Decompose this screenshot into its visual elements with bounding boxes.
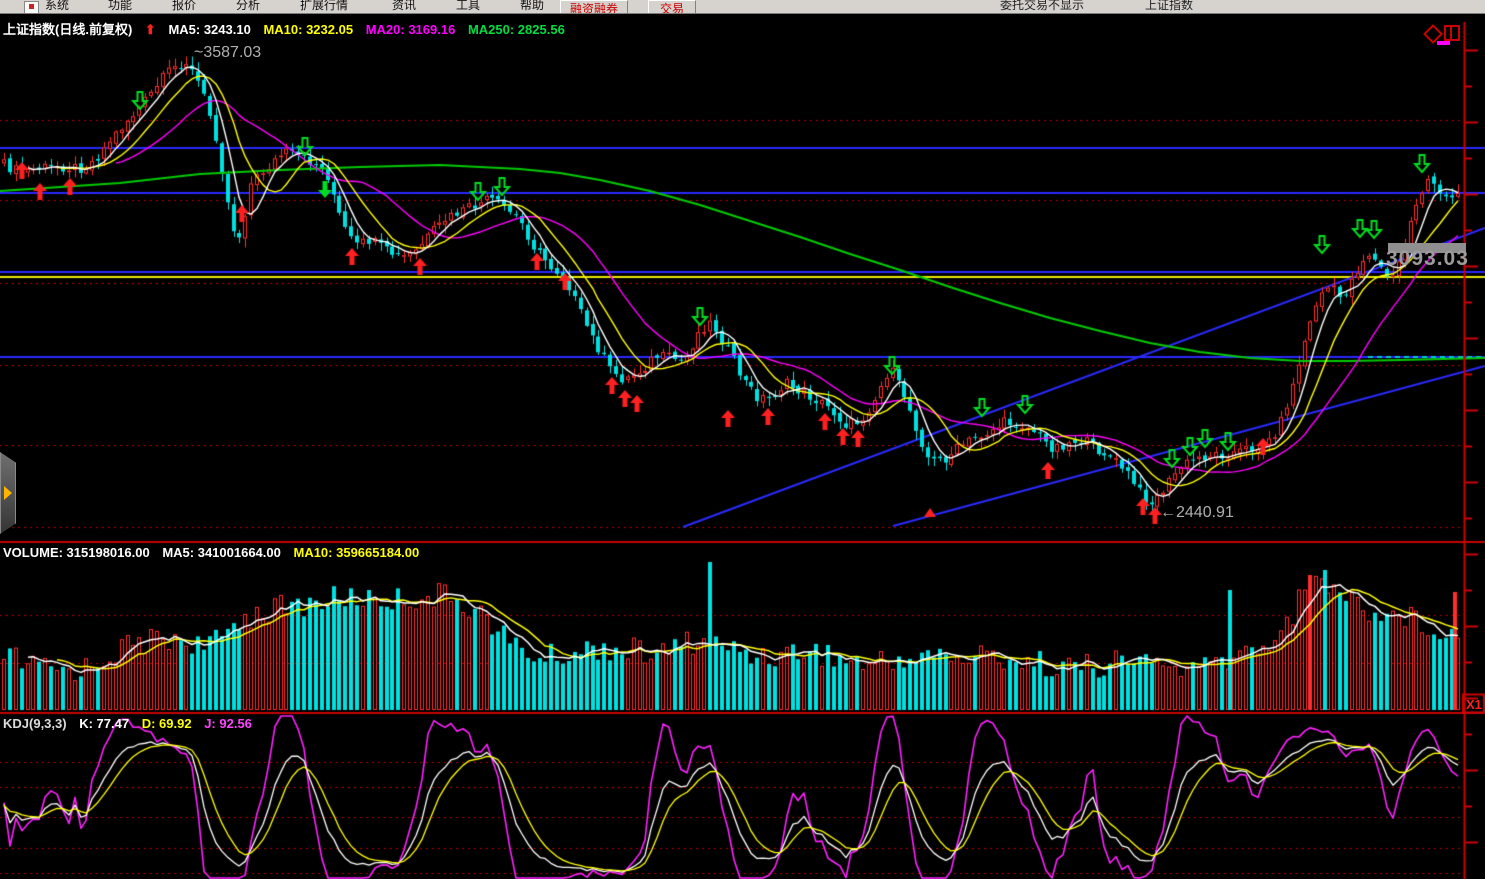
menu-tools[interactable]: 工具 (456, 0, 480, 13)
menu-extended[interactable]: 扩展行情 (300, 0, 348, 13)
kdj-header: KDJ(9,3,3) K: 77.47 D: 69.92 J: 92.56 (3, 716, 261, 731)
volume-value: VOLUME: 315198016.00 (3, 545, 150, 560)
menubar: 系统 功能 报价 分析 扩展行情 资讯 工具 帮助 融资融券 交易 委托交易不显… (0, 0, 1485, 14)
kdj-j-value: J: 92.56 (204, 716, 252, 731)
menu-function[interactable]: 功能 (108, 0, 132, 13)
kdj-d-value: D: 69.92 (142, 716, 192, 731)
ma5-value: MA5: 3243.10 (168, 22, 250, 37)
chart-title: 上证指数(日线.前复权) (3, 22, 132, 37)
volume-scale-label: X1 (1466, 697, 1482, 712)
vol-ma5-value: MA5: 341001664.00 (162, 545, 281, 560)
menu-news[interactable]: 资讯 (392, 0, 416, 13)
price-chart-canvas[interactable] (0, 0, 1485, 879)
menu-quotes[interactable]: 报价 (172, 0, 196, 13)
ma10-value: MA10: 3232.05 (263, 22, 353, 37)
kdj-name: KDJ(9,3,3) (3, 716, 67, 731)
expand-arrow-icon (4, 486, 12, 500)
marked-price-label: 3093.03 (1386, 247, 1469, 271)
buy-signal-arrow-icon: ⬆ (145, 22, 156, 37)
app-icon (24, 1, 39, 14)
toolbar-symbol-text: 上证指数 (1145, 0, 1193, 13)
main-chart-header: 上证指数(日线.前复权) ⬆ MA5: 3243.10 MA10: 3232.0… (3, 19, 574, 38)
toolbar-hint-text: 委托交易不显示 (1000, 0, 1084, 13)
ma20-value: MA20: 3169.16 (366, 22, 456, 37)
menu-help[interactable]: 帮助 (520, 0, 544, 13)
margin-trading-button[interactable]: 融资融券 (560, 0, 628, 14)
menu-system[interactable]: 系统 (45, 0, 69, 13)
trade-button[interactable]: 交易 (648, 0, 696, 14)
ma250-value: MA250: 2825.56 (468, 22, 565, 37)
magenta-marker-icon (1437, 41, 1450, 45)
peak-price-annotation: ~3587.03 (194, 44, 261, 62)
kdj-k-value: K: 77.47 (79, 716, 129, 731)
trading-terminal: 系统 功能 报价 分析 扩展行情 资讯 工具 帮助 融资融券 交易 委托交易不显… (0, 0, 1485, 879)
vol-ma10-value: MA10: 359665184.00 (293, 545, 419, 560)
menu-analysis[interactable]: 分析 (236, 0, 260, 13)
split-window-icon[interactable] (1444, 25, 1460, 41)
expand-sidebar-handle[interactable] (0, 452, 16, 534)
volume-header: VOLUME: 315198016.00 MA5: 341001664.00 M… (3, 545, 428, 560)
trough-price-annotation: ←2440.91 (1160, 504, 1234, 522)
